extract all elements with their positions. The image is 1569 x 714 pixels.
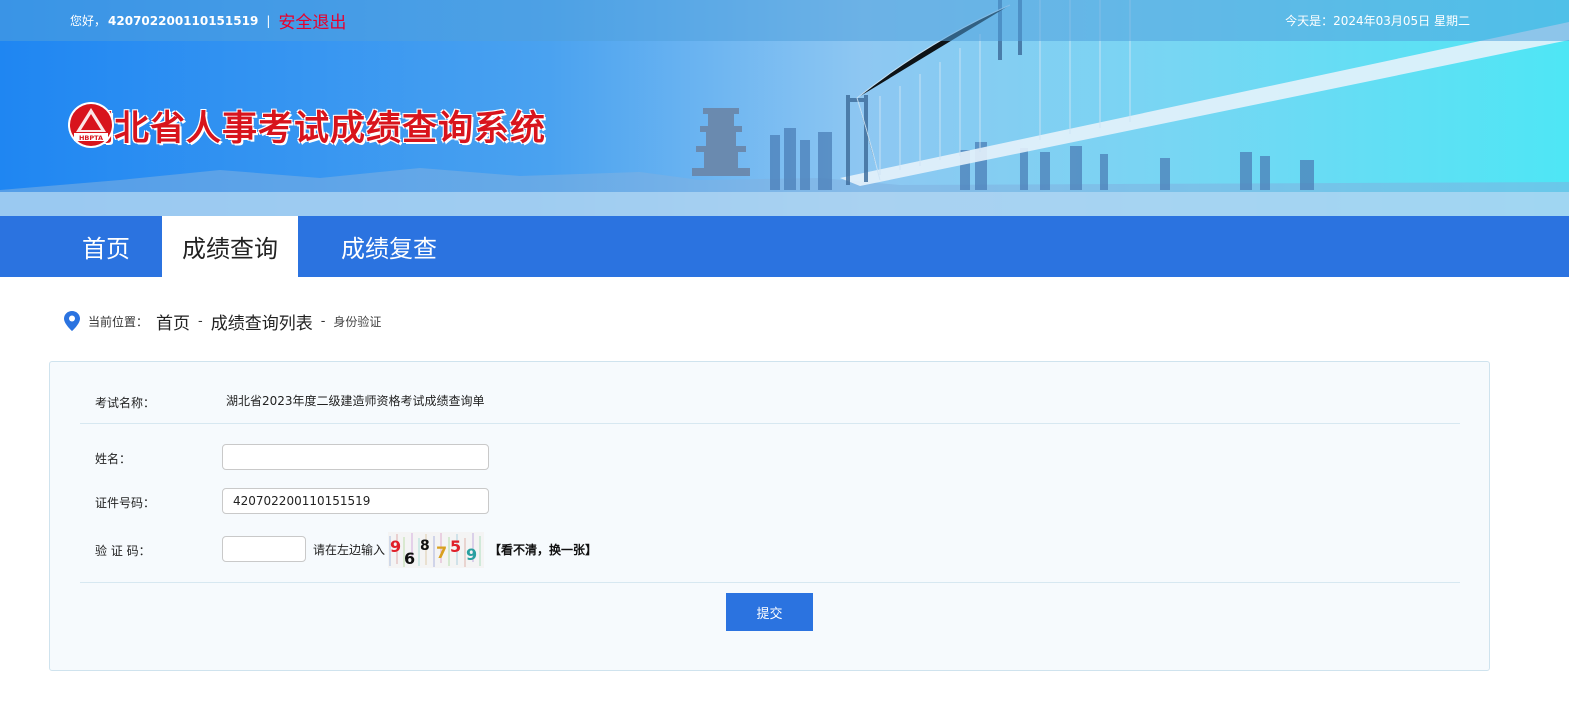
breadcrumb-home[interactable]: 首页 xyxy=(156,309,190,334)
name-label: 姓名： xyxy=(95,452,132,466)
identity-verify-form: 考试名称： 湖北省2023年度二级建造师资格考试成绩查询单 姓名： 证件号码： … xyxy=(49,361,1490,671)
svg-text:8: 8 xyxy=(420,538,430,554)
user-id: 420702200110151519 xyxy=(108,13,259,28)
captcha-hint: 请在左边输入 xyxy=(313,543,386,557)
nav-home[interactable]: 首页 xyxy=(50,216,162,277)
divider xyxy=(80,582,1460,583)
exam-name-value: 湖北省2023年度二级建造师资格考试成绩查询单 xyxy=(226,394,485,408)
breadcrumb-list[interactable]: 成绩查询列表 xyxy=(211,309,313,334)
divider xyxy=(80,423,1460,424)
svg-text:9: 9 xyxy=(390,537,401,556)
captcha-input[interactable] xyxy=(222,536,306,562)
svg-text:6: 6 xyxy=(404,549,415,568)
current-date: 今天是：2024年03月05日 星期二 xyxy=(1285,14,1470,28)
name-input[interactable] xyxy=(222,444,489,470)
top-info-bar: 您好， 420702200110151519 | 安全退出 今天是：2024年0… xyxy=(0,0,1569,41)
breadcrumb-sep: - xyxy=(198,313,203,329)
nav-score-review[interactable]: 成绩复查 xyxy=(298,216,480,277)
breadcrumb-prefix: 当前位置： xyxy=(88,314,149,329)
location-pin-icon xyxy=(64,311,80,331)
id-number-input[interactable] xyxy=(222,488,489,514)
submit-button[interactable]: 提交 xyxy=(726,593,813,631)
breadcrumb-current: 身份验证 xyxy=(333,314,382,329)
greeting-text: 您好， xyxy=(70,14,107,28)
captcha-label: 验 证 码： xyxy=(95,544,151,558)
site-title: 湖北省人事考试成绩查询系统 xyxy=(78,108,547,149)
svg-text:HBPTA: HBPTA xyxy=(79,134,103,142)
breadcrumb: 当前位置： 首页 - 成绩查询列表 - 身份验证 xyxy=(64,308,381,334)
svg-text:9: 9 xyxy=(466,545,477,564)
svg-text:7: 7 xyxy=(436,543,447,562)
main-nav: 首页 成绩查询 成绩复查 xyxy=(0,216,1569,277)
svg-text:5: 5 xyxy=(450,537,461,556)
logout-link[interactable]: 安全退出 xyxy=(278,8,346,33)
captcha-image[interactable]: 9 6 8 7 5 9 xyxy=(388,532,484,568)
breadcrumb-sep: - xyxy=(320,313,326,329)
nav-score-query[interactable]: 成绩查询 xyxy=(162,216,298,277)
exam-name-label: 考试名称： xyxy=(95,396,156,410)
id-number-label: 证件号码： xyxy=(95,496,156,510)
hbpta-emblem-icon: HBPTA xyxy=(68,102,114,148)
separator: | xyxy=(266,13,271,28)
captcha-refresh-link[interactable]: 【看不清，换一张】 xyxy=(489,541,597,558)
site-logo: HBPTA 湖北省人事考试成绩查询系统 xyxy=(66,100,546,151)
